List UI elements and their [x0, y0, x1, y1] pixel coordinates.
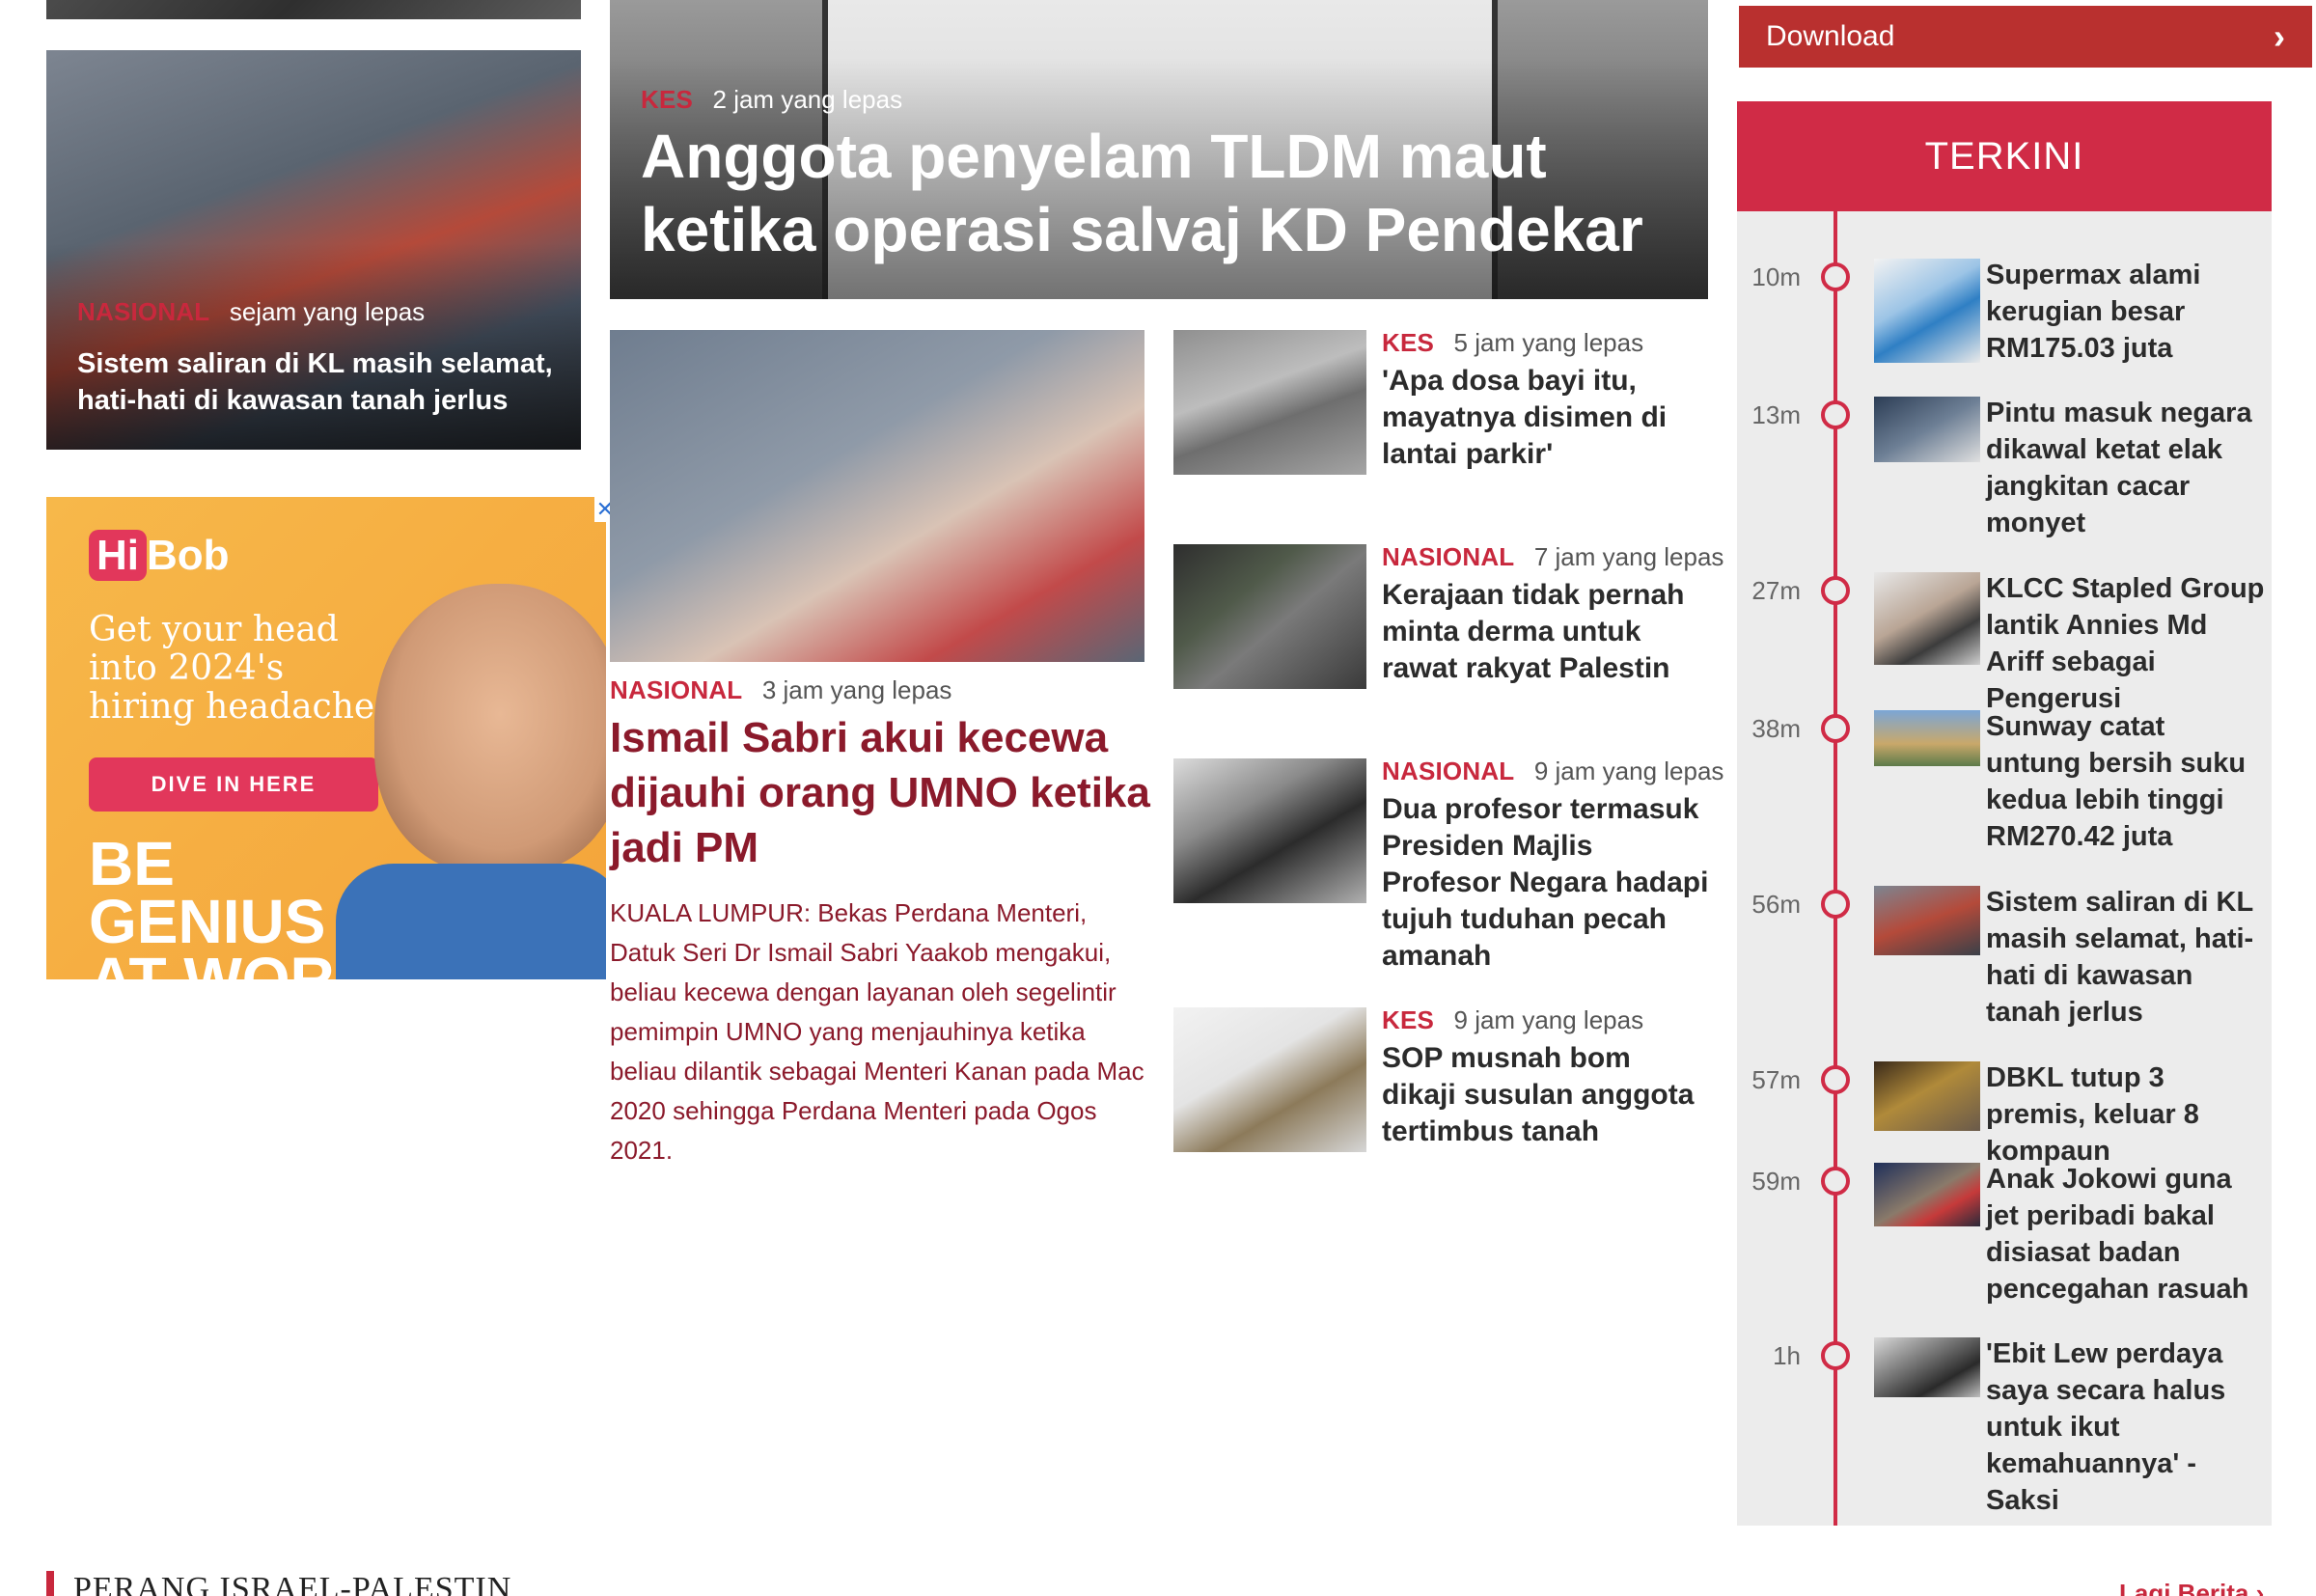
top-left-image-strip[interactable]	[46, 0, 581, 19]
side-story-image[interactable]	[1173, 544, 1366, 689]
terkini-time: 10m	[1751, 262, 1801, 291]
main-story-title[interactable]: Ismail Sabri akui kecewa dijauhi orang U…	[610, 710, 1150, 875]
side-story-category[interactable]: NASIONAL	[1382, 757, 1514, 785]
side-story-category[interactable]: KES	[1382, 328, 1434, 357]
side-story-meta: KES 5 jam yang lepas	[1382, 328, 1643, 358]
terkini-time: 38m	[1751, 714, 1801, 743]
side-story-category[interactable]: NASIONAL	[1382, 542, 1514, 571]
timeline-dot-icon	[1821, 262, 1850, 291]
terkini-header: TERKINI	[1737, 101, 2272, 211]
terkini-title[interactable]: Sunway catat untung bersih suku kedua le…	[1986, 708, 2266, 855]
download-button[interactable]: Download ›	[1739, 6, 2312, 68]
hero-title[interactable]: Anggota penyelam TLDM maut ketika operas…	[641, 120, 1664, 266]
terkini-panel: TERKINI 10m Supermax alami kerugian besa…	[1737, 101, 2272, 1526]
terkini-title[interactable]: Pintu masuk negara dikawal ketat elak ja…	[1986, 395, 2266, 541]
terkini-thumbnail[interactable]	[1874, 572, 1980, 665]
side-story-time: 7 jam yang lepas	[1533, 542, 1724, 571]
hero-news-card[interactable]: KES 2 jam yang lepas Anggota penyelam TL…	[610, 0, 1708, 299]
ad-logo: Hi Bob	[89, 530, 230, 581]
terkini-thumbnail[interactable]	[1874, 886, 1980, 955]
timeline-dot-icon	[1821, 1065, 1850, 1094]
download-label: Download	[1766, 20, 1895, 52]
left-card-category[interactable]: NASIONAL	[77, 297, 209, 326]
side-story-category[interactable]: KES	[1382, 1005, 1434, 1034]
terkini-time: 1h	[1773, 1341, 1801, 1370]
terkini-title[interactable]: KLCC Stapled Group lantik Annies Md Arif…	[1986, 570, 2266, 717]
hero-meta: KES 2 jam yang lepas	[641, 85, 902, 115]
section-accent-bar	[46, 1571, 54, 1596]
side-story-image[interactable]	[1173, 758, 1366, 903]
timeline-dot-icon	[1821, 714, 1850, 743]
timeline-dot-icon	[1821, 400, 1850, 429]
terkini-time: 56m	[1751, 890, 1801, 919]
main-story-excerpt: KUALA LUMPUR: Bekas Perdana Menteri, Dat…	[610, 898, 1144, 1165]
side-story-time: 5 jam yang lepas	[1453, 328, 1644, 357]
side-story-time: 9 jam yang lepas	[1533, 757, 1724, 785]
terkini-time: 13m	[1751, 400, 1801, 429]
main-story-meta: NASIONAL 3 jam yang lepas	[610, 675, 951, 705]
side-story-title[interactable]: Dua profesor termasuk Presiden Majlis Pr…	[1382, 791, 1710, 975]
side-story-image[interactable]	[1173, 330, 1366, 475]
hero-time: 2 jam yang lepas	[712, 85, 903, 114]
terkini-title[interactable]: Supermax alami kerugian besar RM175.03 j…	[1986, 257, 2266, 367]
terkini-thumbnail[interactable]	[1874, 397, 1980, 462]
terkini-title[interactable]: Anak Jokowi guna jet peribadi bakal disi…	[1986, 1161, 2266, 1307]
terkini-title[interactable]: DBKL tutup 3 premis, keluar 8 kompaun	[1986, 1059, 2266, 1169]
main-story-time: 3 jam yang lepas	[761, 675, 952, 704]
timeline-dot-icon	[1821, 1341, 1850, 1370]
ad-person-image	[374, 584, 606, 873]
terkini-thumbnail[interactable]	[1874, 259, 1980, 363]
ad-tagline: Get your head into 2024's hiring headach…	[89, 610, 393, 727]
side-story-meta: NASIONAL 9 jam yang lepas	[1382, 757, 1723, 786]
more-news-link[interactable]: Lagi Berita ›	[2119, 1579, 2264, 1596]
side-story-title[interactable]: Kerajaan tidak pernah minta derma untuk …	[1382, 577, 1710, 687]
terkini-thumbnail[interactable]	[1874, 1163, 1980, 1226]
hero-category[interactable]: KES	[641, 85, 693, 114]
terkini-title[interactable]: 'Ebit Lew perdaya saya secara halus untu…	[1986, 1335, 2266, 1519]
left-card-title[interactable]: Sistem saliran di KL masih selamat, hati…	[77, 345, 560, 419]
terkini-time: 59m	[1751, 1167, 1801, 1196]
left-news-card[interactable]: NASIONAL sejam yang lepas Sistem saliran…	[46, 50, 581, 450]
side-story-title[interactable]: SOP musnah bom dikaji susulan anggota te…	[1382, 1040, 1710, 1150]
left-card-meta: NASIONAL sejam yang lepas	[77, 297, 425, 327]
terkini-time: 57m	[1751, 1065, 1801, 1094]
timeline-dot-icon	[1821, 576, 1850, 605]
terkini-time: 27m	[1751, 576, 1801, 605]
timeline-dot-icon	[1821, 1167, 1850, 1196]
terkini-thumbnail[interactable]	[1874, 1061, 1980, 1131]
side-story-meta: NASIONAL 7 jam yang lepas	[1382, 542, 1723, 572]
terkini-thumbnail[interactable]	[1874, 710, 1980, 766]
terkini-title[interactable]: Sistem saliran di KL masih selamat, hati…	[1986, 884, 2266, 1031]
left-card-time: sejam yang lepas	[229, 297, 426, 326]
side-story-image[interactable]	[1173, 1007, 1366, 1152]
chevron-right-icon: ›	[2274, 16, 2285, 56]
terkini-thumbnail[interactable]	[1874, 1337, 1980, 1397]
side-story-time: 9 jam yang lepas	[1453, 1005, 1644, 1034]
side-story-title[interactable]: 'Apa dosa bayi itu, mayatnya disimen di …	[1382, 363, 1710, 473]
section-title[interactable]: PERANG ISRAEL-PALESTIN	[73, 1571, 511, 1596]
side-story-meta: KES 9 jam yang lepas	[1382, 1005, 1643, 1035]
ad-cta-button[interactable]: DIVE IN HERE	[89, 757, 378, 812]
timeline-dot-icon	[1821, 890, 1850, 919]
ad-person-sweater	[336, 864, 606, 979]
advertisement-banner[interactable]: Hi Bob Get your head into 2024's hiring h…	[46, 497, 606, 979]
main-story-category[interactable]: NASIONAL	[610, 675, 742, 704]
main-story-image[interactable]	[610, 330, 1144, 662]
